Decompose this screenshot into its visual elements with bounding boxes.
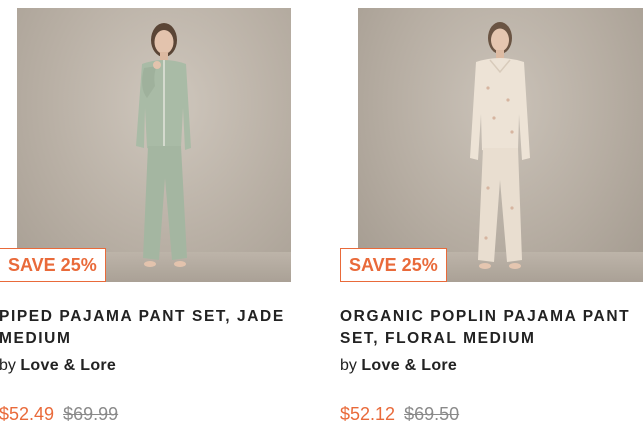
product-title-line-2: MEDIUM: [0, 330, 72, 347]
product-title[interactable]: ORGANIC POPLIN PAJAMA PANT SET, FLORAL M…: [340, 306, 643, 350]
product-image[interactable]: [358, 8, 643, 282]
product-title-line-1: PIPED PAJAMA PANT SET, JADE: [0, 308, 285, 325]
product-title[interactable]: PIPED PAJAMA PANT SET, JADE MEDIUM: [0, 306, 339, 350]
price-block: $52.49 $69.99: [0, 404, 118, 425]
original-price: $69.99: [63, 404, 119, 424]
price-block: $52.12 $69.50: [340, 404, 459, 425]
brand-line: by Love & Lore: [340, 357, 457, 375]
save-badge: SAVE 25%: [340, 248, 447, 282]
model-figure: [470, 22, 530, 269]
save-badge: SAVE 25%: [0, 248, 106, 282]
original-price: $69.50: [404, 404, 460, 424]
product-title-line-2: SET, FLORAL MEDIUM: [340, 330, 536, 347]
product-title-line-1: ORGANIC POPLIN PAJAMA PANT: [340, 308, 631, 325]
brand-name: Love & Lore: [20, 357, 117, 374]
brand-line: by Love & Lore: [0, 357, 116, 375]
sale-price: $52.12: [340, 404, 396, 424]
model-figure: [136, 23, 191, 267]
product-image[interactable]: [17, 8, 291, 282]
by-label: by: [0, 357, 16, 374]
by-label: by: [340, 357, 357, 374]
brand-name: Love & Lore: [361, 357, 458, 374]
sale-price: $52.49: [0, 404, 55, 424]
